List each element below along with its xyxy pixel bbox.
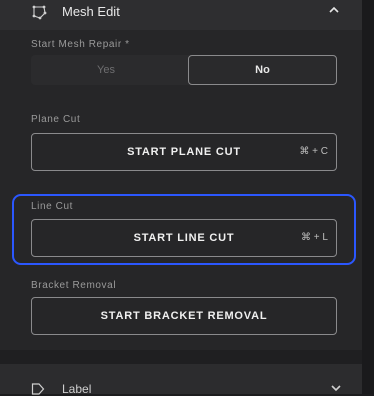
- label-section-header[interactable]: Label: [0, 364, 362, 396]
- start-plane-cut-label: START PLANE CUT: [127, 146, 241, 158]
- plane-cut-shortcut: ⌘ + C: [299, 146, 328, 157]
- section-title: Mesh Edit: [62, 4, 120, 19]
- mesh-edit-header[interactable]: Mesh Edit: [0, 0, 362, 30]
- panel-gutter: [362, 0, 374, 394]
- chevron-down-icon[interactable]: [330, 383, 342, 393]
- bracket-removal-label: Bracket Removal: [31, 280, 117, 291]
- start-bracket-removal-label: START BRACKET REMOVAL: [100, 310, 268, 322]
- mesh-repair-toggle: Yes No: [31, 55, 337, 85]
- chevron-up-icon[interactable]: [328, 5, 340, 15]
- mesh-repair-yes-option[interactable]: Yes: [31, 55, 181, 85]
- mesh-repair-no-option[interactable]: No: [188, 55, 337, 85]
- mesh-repair-label: Start Mesh Repair *: [31, 39, 130, 50]
- plane-cut-label: Plane Cut: [31, 114, 81, 125]
- start-plane-cut-button[interactable]: START PLANE CUT ⌘ + C: [31, 133, 337, 171]
- line-cut-highlight: [12, 194, 356, 265]
- start-bracket-removal-button[interactable]: START BRACKET REMOVAL: [31, 297, 337, 335]
- mesh-icon: [32, 5, 47, 20]
- section-divider: [0, 350, 362, 364]
